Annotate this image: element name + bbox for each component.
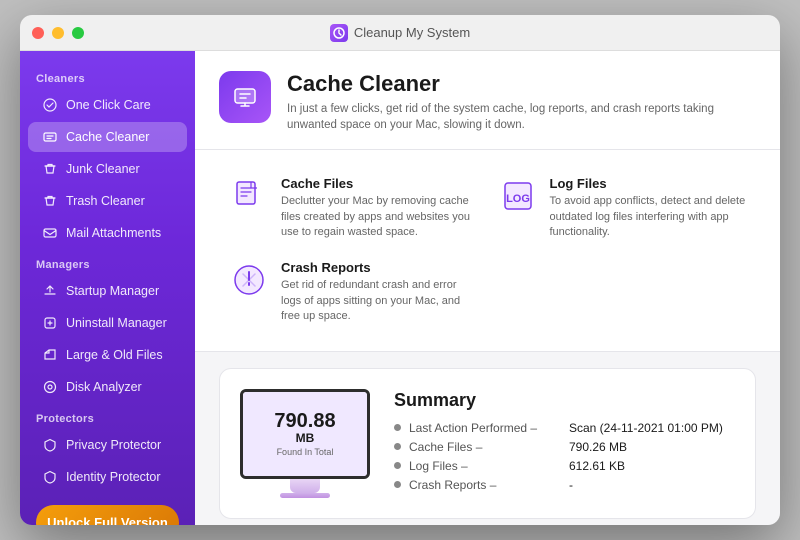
monitor-screen-inner: 790.88 MB Found In Total [243, 392, 367, 476]
feature-crash-reports-title: Crash Reports [281, 260, 478, 275]
main-content: Cleaners One Click Care [20, 51, 780, 525]
sidebar-item-uninstall-manager[interactable]: Uninstall Manager [28, 308, 187, 338]
app-window: Cleanup My System Cleaners One Click Car… [20, 15, 780, 525]
crash-reports-key: Crash Reports – [409, 478, 569, 492]
page-description: In just a few clicks, get rid of the sys… [287, 101, 756, 133]
header-text: Cache Cleaner In just a few clicks, get … [287, 71, 756, 133]
sidebar: Cleaners One Click Care [20, 51, 195, 525]
sidebar-item-mail-attachments[interactable]: Mail Attachments [28, 218, 187, 248]
monitor-stand [290, 479, 320, 493]
feature-cache-files: Cache Files Declutter your Mac by removi… [219, 166, 488, 250]
sidebar-item-cache-cleaner[interactable]: Cache Cleaner [28, 122, 187, 152]
section-cleaners-label: Cleaners [20, 63, 195, 89]
crash-reports-icon [229, 260, 269, 300]
monitor-screen: 790.88 MB Found In Total [240, 389, 370, 479]
feature-log-files-text: Log Files To avoid app conflicts, detect… [550, 176, 747, 240]
summary-row-log-files: Log Files – 612.61 KB [394, 459, 735, 473]
feature-cache-files-text: Cache Files Declutter your Mac by removi… [281, 176, 478, 240]
mail-attachments-icon [42, 225, 58, 241]
dot-icon [394, 462, 401, 469]
dot-icon [394, 481, 401, 488]
page-title: Cache Cleaner [287, 71, 756, 97]
uninstall-manager-icon [42, 315, 58, 331]
sidebar-item-large-old-files[interactable]: Large & Old Files [28, 340, 187, 370]
cache-files-key: Cache Files – [409, 440, 569, 454]
sidebar-item-identity-protector[interactable]: Identity Protector [28, 462, 187, 492]
titlebar: Cleanup My System [20, 15, 780, 51]
app-icon [330, 24, 348, 42]
last-action-key: Last Action Performed – [409, 421, 569, 435]
monitor-graphic: 790.88 MB Found In Total [240, 389, 370, 498]
feature-log-files-title: Log Files [550, 176, 747, 191]
large-old-files-icon [42, 347, 58, 363]
startup-manager-icon [42, 283, 58, 299]
sidebar-item-junk-cleaner[interactable]: Junk Cleaner [28, 154, 187, 184]
disk-analyzer-icon [42, 379, 58, 395]
cache-files-value: 790.26 MB [569, 440, 627, 454]
junk-cleaner-icon [42, 161, 58, 177]
one-click-care-icon [42, 97, 58, 113]
feature-log-files: LOG Log Files To avoid app conflicts, de… [488, 166, 757, 250]
cache-files-icon [229, 176, 269, 216]
log-files-value: 612.61 KB [569, 459, 625, 473]
feature-crash-reports: Crash Reports Get rid of redundant crash… [219, 250, 488, 334]
sidebar-item-disk-analyzer[interactable]: Disk Analyzer [28, 372, 187, 402]
section-protectors-label: Protectors [20, 403, 195, 429]
feature-log-files-desc: To avoid app conflicts, detect and delet… [550, 194, 747, 240]
summary-row-last-action: Last Action Performed – Scan (24-11-2021… [394, 421, 735, 435]
summary-row-cache-files: Cache Files – 790.26 MB [394, 440, 735, 454]
section-managers-label: Managers [20, 249, 195, 275]
crash-reports-value: - [569, 478, 573, 492]
monitor-unit: MB [296, 431, 315, 445]
feature-cache-files-title: Cache Files [281, 176, 478, 191]
unlock-full-version-button[interactable]: Unlock Full Version [36, 505, 179, 525]
trash-cleaner-icon [42, 193, 58, 209]
monitor-value: 790.88 [274, 411, 335, 431]
summary-title: Summary [394, 390, 735, 411]
sidebar-item-startup-manager[interactable]: Startup Manager [28, 276, 187, 306]
main-panel: Cache Cleaner In just a few clicks, get … [195, 51, 780, 525]
identity-protector-icon [42, 469, 58, 485]
feature-crash-reports-desc: Get rid of redundant crash and error log… [281, 278, 478, 324]
log-files-key: Log Files – [409, 459, 569, 473]
window-title: Cleanup My System [32, 24, 768, 42]
monitor-base [280, 493, 330, 498]
summary-section: 790.88 MB Found In Total Summary Last Ac… [219, 368, 756, 519]
log-files-icon: LOG [498, 176, 538, 216]
cache-cleaner-header-icon [219, 71, 271, 123]
summary-data: Summary Last Action Performed – Scan (24… [394, 390, 735, 497]
privacy-protector-icon [42, 437, 58, 453]
dot-icon [394, 443, 401, 450]
sidebar-item-trash-cleaner[interactable]: Trash Cleaner [28, 186, 187, 216]
feature-crash-reports-text: Crash Reports Get rid of redundant crash… [281, 260, 478, 324]
summary-row-crash-reports: Crash Reports – - [394, 478, 735, 492]
sidebar-item-privacy-protector[interactable]: Privacy Protector [28, 430, 187, 460]
dot-icon [394, 424, 401, 431]
features-grid: Cache Files Declutter your Mac by removi… [195, 150, 780, 351]
last-action-value: Scan (24-11-2021 01:00 PM) [569, 421, 723, 435]
panel-header: Cache Cleaner In just a few clicks, get … [195, 51, 780, 150]
sidebar-item-one-click-care[interactable]: One Click Care [28, 90, 187, 120]
cache-cleaner-icon [42, 129, 58, 145]
svg-text:LOG: LOG [506, 193, 530, 205]
feature-cache-files-desc: Declutter your Mac by removing cache fil… [281, 194, 478, 240]
sidebar-bottom: Unlock Full Version [20, 493, 195, 525]
monitor-label: Found In Total [277, 447, 334, 457]
